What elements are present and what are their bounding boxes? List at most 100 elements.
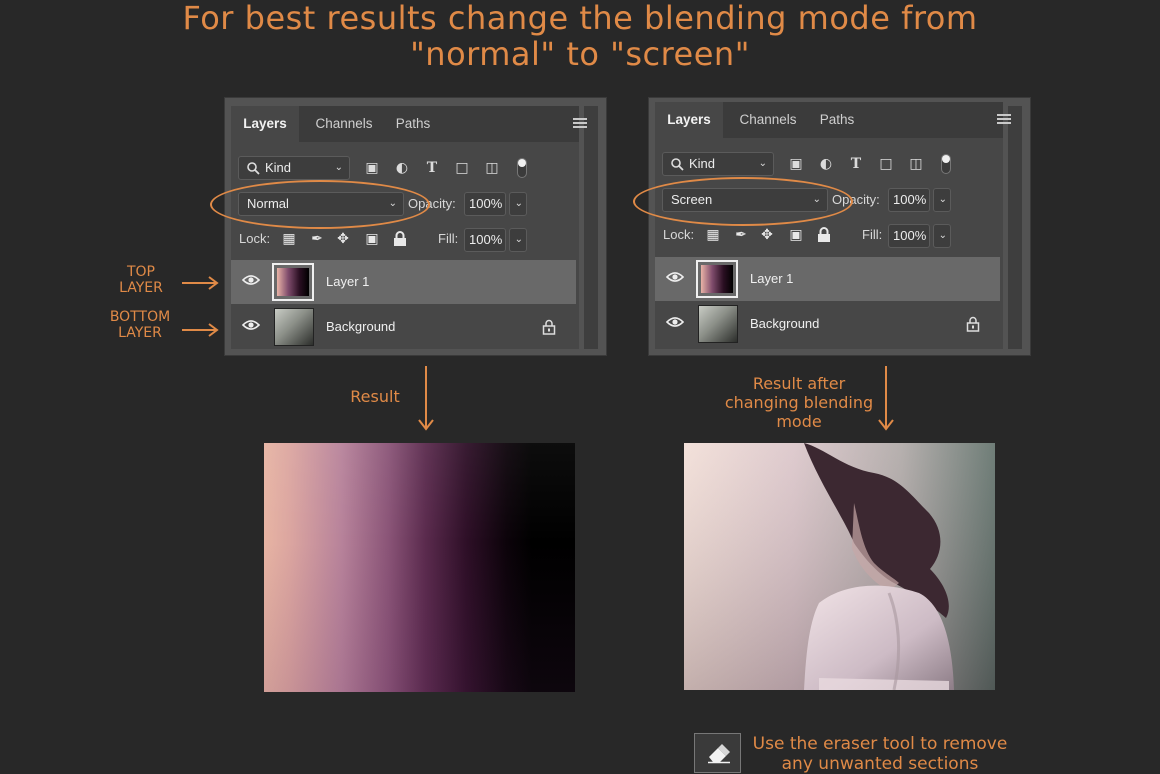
tab-paths[interactable]: Paths	[811, 102, 863, 138]
bottom-layer-label: BOTTOM LAYER	[100, 309, 180, 341]
eye-icon[interactable]	[666, 316, 684, 328]
smart-object-filter-icon[interactable]: ◫	[484, 160, 500, 176]
layer-thumbnail-photo	[274, 308, 314, 346]
eraser-tool-button[interactable]	[694, 733, 741, 773]
fill-label: Fill:	[862, 227, 883, 242]
kind-filter-select[interactable]: Kind ⌄	[662, 152, 774, 176]
result-after-caption: Result after changing blending mode	[714, 374, 884, 431]
tab-layers[interactable]: Layers	[655, 102, 723, 138]
layer-thumbnail-gradient	[696, 260, 738, 298]
lock-all-icon[interactable]	[392, 231, 408, 247]
shape-filter-icon[interactable]: □	[878, 156, 894, 172]
result-image-normal-blend	[264, 443, 575, 692]
type-filter-icon[interactable]: T	[424, 160, 440, 176]
layer-thumbnail-photo	[698, 305, 738, 343]
panel-tabs: Layers Channels Paths	[231, 106, 587, 142]
eraser-icon	[708, 744, 730, 764]
panel-scrollbar[interactable]	[584, 106, 598, 349]
eraser-tip-caption: Use the eraser tool to remove any unwant…	[752, 734, 1008, 774]
lock-transparent-icon[interactable]: ▦	[281, 231, 297, 247]
tab-channels[interactable]: Channels	[303, 106, 385, 142]
chevron-down-icon: ⌄	[514, 198, 523, 209]
search-icon	[671, 158, 684, 171]
chevron-down-icon: ⌄	[758, 158, 767, 169]
lock-image-brush-icon[interactable]: ✒	[733, 227, 749, 243]
chevron-down-icon: ⌄	[938, 194, 947, 205]
image-filter-icon[interactable]: ▣	[364, 160, 380, 176]
eraser-tip-line: any unwanted sections	[781, 754, 979, 774]
arrow-right-icon	[182, 323, 219, 337]
fill-field[interactable]: 100%	[464, 228, 506, 252]
top-layer-label-line: TOP	[126, 264, 155, 280]
layer-name[interactable]: Layer 1	[326, 260, 369, 304]
layer-name[interactable]: Background	[750, 302, 819, 346]
shape-filter-icon[interactable]: □	[454, 160, 470, 176]
panel-scrollbar[interactable]	[1008, 106, 1022, 349]
menu-icon[interactable]	[573, 118, 587, 128]
layer-thumbnail-gradient	[272, 263, 314, 301]
menu-icon[interactable]	[997, 114, 1011, 124]
eye-icon[interactable]	[242, 274, 260, 286]
layers-panel-screen: Layers Channels Paths Kind ⌄ ▣ ◐ T □ ◫ S…	[648, 97, 1031, 356]
lock-position-move-icon[interactable]: ✥	[759, 227, 775, 243]
heading-line-1: For best results change the blending mod…	[182, 0, 978, 37]
result-after-caption-line: Result after	[752, 374, 846, 393]
result-caption: Result	[350, 387, 400, 406]
search-icon	[247, 162, 260, 175]
tab-paths[interactable]: Paths	[387, 106, 439, 142]
arrow-down-icon	[878, 366, 894, 431]
opacity-dropdown[interactable]: ⌄	[509, 192, 527, 216]
layer-name[interactable]: Layer 1	[750, 257, 793, 301]
kind-filter-label: Kind	[689, 156, 716, 171]
tab-layers[interactable]: Layers	[231, 106, 299, 142]
result-after-caption-line: mode	[776, 412, 822, 431]
result-after-caption-line: changing blending	[724, 393, 874, 412]
adjustment-filter-icon[interactable]: ◐	[818, 156, 834, 172]
kind-filter-label: Kind	[265, 160, 292, 175]
layer-name[interactable]: Background	[326, 305, 395, 349]
fill-dropdown[interactable]: ⌄	[509, 228, 527, 252]
chevron-down-icon: ⌄	[334, 162, 343, 173]
fill-label: Fill:	[438, 231, 459, 246]
opacity-field[interactable]: 100%	[464, 192, 506, 216]
opacity-dropdown[interactable]: ⌄	[933, 188, 951, 212]
fill-dropdown[interactable]: ⌄	[933, 224, 951, 248]
lock-icon	[542, 319, 556, 335]
eye-icon[interactable]	[242, 319, 260, 331]
lock-artboard-icon[interactable]: ▣	[788, 227, 804, 243]
bottom-layer-label-line: BOTTOM	[109, 309, 171, 325]
top-layer-label: TOP LAYER	[110, 264, 172, 296]
chevron-down-icon: ⌄	[514, 234, 523, 245]
image-filter-icon[interactable]: ▣	[788, 156, 804, 172]
lock-position-move-icon[interactable]: ✥	[335, 231, 351, 247]
eraser-tip-line: Use the eraser tool to remove	[752, 734, 1008, 754]
result-image-screen-blend	[684, 443, 995, 690]
lock-transparent-icon[interactable]: ▦	[705, 227, 721, 243]
fill-field[interactable]: 100%	[888, 224, 930, 248]
tab-channels[interactable]: Channels	[727, 102, 809, 138]
lock-icon	[966, 316, 980, 332]
lock-image-brush-icon[interactable]: ✒	[309, 231, 325, 247]
smart-object-filter-icon[interactable]: ◫	[908, 156, 924, 172]
layer-row-background[interactable]: Background	[655, 302, 1000, 346]
chevron-down-icon: ⌄	[938, 230, 947, 241]
adjustment-filter-icon[interactable]: ◐	[394, 160, 410, 176]
kind-filter-select[interactable]: Kind ⌄	[238, 156, 350, 180]
blend-mode-highlight-ellipse	[633, 177, 853, 226]
eye-icon[interactable]	[666, 271, 684, 283]
panel-tabs: Layers Channels Paths	[655, 102, 1011, 138]
layer-row-background[interactable]: Background	[231, 305, 576, 349]
filter-toggle[interactable]	[517, 158, 527, 178]
lock-label: Lock:	[663, 227, 695, 242]
filter-toggle[interactable]	[941, 154, 951, 174]
type-filter-icon[interactable]: T	[848, 156, 864, 172]
lock-all-icon[interactable]	[816, 227, 832, 243]
arrow-down-icon	[418, 366, 434, 431]
opacity-field[interactable]: 100%	[888, 188, 930, 212]
blend-mode-highlight-ellipse	[210, 180, 430, 229]
layer-row-layer-1[interactable]: Layer 1	[231, 260, 576, 304]
lock-artboard-icon[interactable]: ▣	[364, 231, 380, 247]
heading-line-2: "normal" to "screen"	[410, 35, 750, 73]
layer-row-layer-1[interactable]: Layer 1	[655, 257, 1000, 301]
bottom-layer-label-line: LAYER	[118, 325, 162, 341]
